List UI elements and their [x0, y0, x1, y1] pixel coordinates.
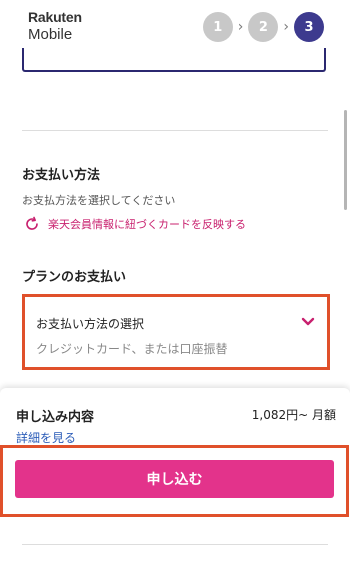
brand-line1: Rakuten	[28, 9, 82, 25]
step-separator-icon: ›	[237, 19, 244, 35]
step-indicator: 1 › 2 › 3	[202, 12, 324, 42]
chevron-down-icon	[301, 317, 315, 326]
step-3-current: 3	[294, 12, 324, 42]
reflect-card-text: 楽天会員情報に紐づくカードを反映する	[48, 218, 246, 231]
apply-button-highlight: 申し込む	[0, 445, 349, 517]
step-1: 1	[202, 12, 233, 42]
reflect-card-link[interactable]: 楽天会員情報に紐づくカードを反映する	[24, 216, 246, 232]
payment-method-select[interactable]: お支払い方法の選択 クレジットカード、または口座振替	[22, 294, 330, 370]
details-link[interactable]: 詳細を見る	[16, 429, 76, 446]
rakuten-mobile-logo[interactable]: Rakuten Mobile	[28, 10, 82, 42]
apply-button[interactable]: 申し込む	[15, 460, 334, 498]
plan-payment-title: プランのお支払い	[22, 270, 127, 285]
step-separator-icon: ›	[283, 19, 289, 35]
refresh-icon	[26, 216, 38, 230]
summary-title: 申し込み内容	[16, 410, 95, 425]
summary-sheet: 申し込み内容 1,082円~ 月額 詳細を見る 申し込む	[0, 388, 350, 577]
monthly-price: 1,082円~ 月額	[251, 408, 336, 422]
section-divider	[22, 130, 328, 131]
step-2: 2	[248, 12, 279, 42]
select-label: お支払い方法の選択	[36, 317, 145, 331]
scrollbar[interactable]	[344, 110, 347, 210]
select-placeholder: クレジットカード、または口座振替	[36, 342, 228, 356]
payment-method-title: お支払い方法	[22, 168, 101, 183]
sheet-divider	[22, 544, 328, 545]
payment-method-note: お支払方法を選択してください	[22, 194, 176, 207]
brand-line2: Mobile	[28, 26, 73, 43]
previous-field-box[interactable]	[22, 48, 326, 72]
